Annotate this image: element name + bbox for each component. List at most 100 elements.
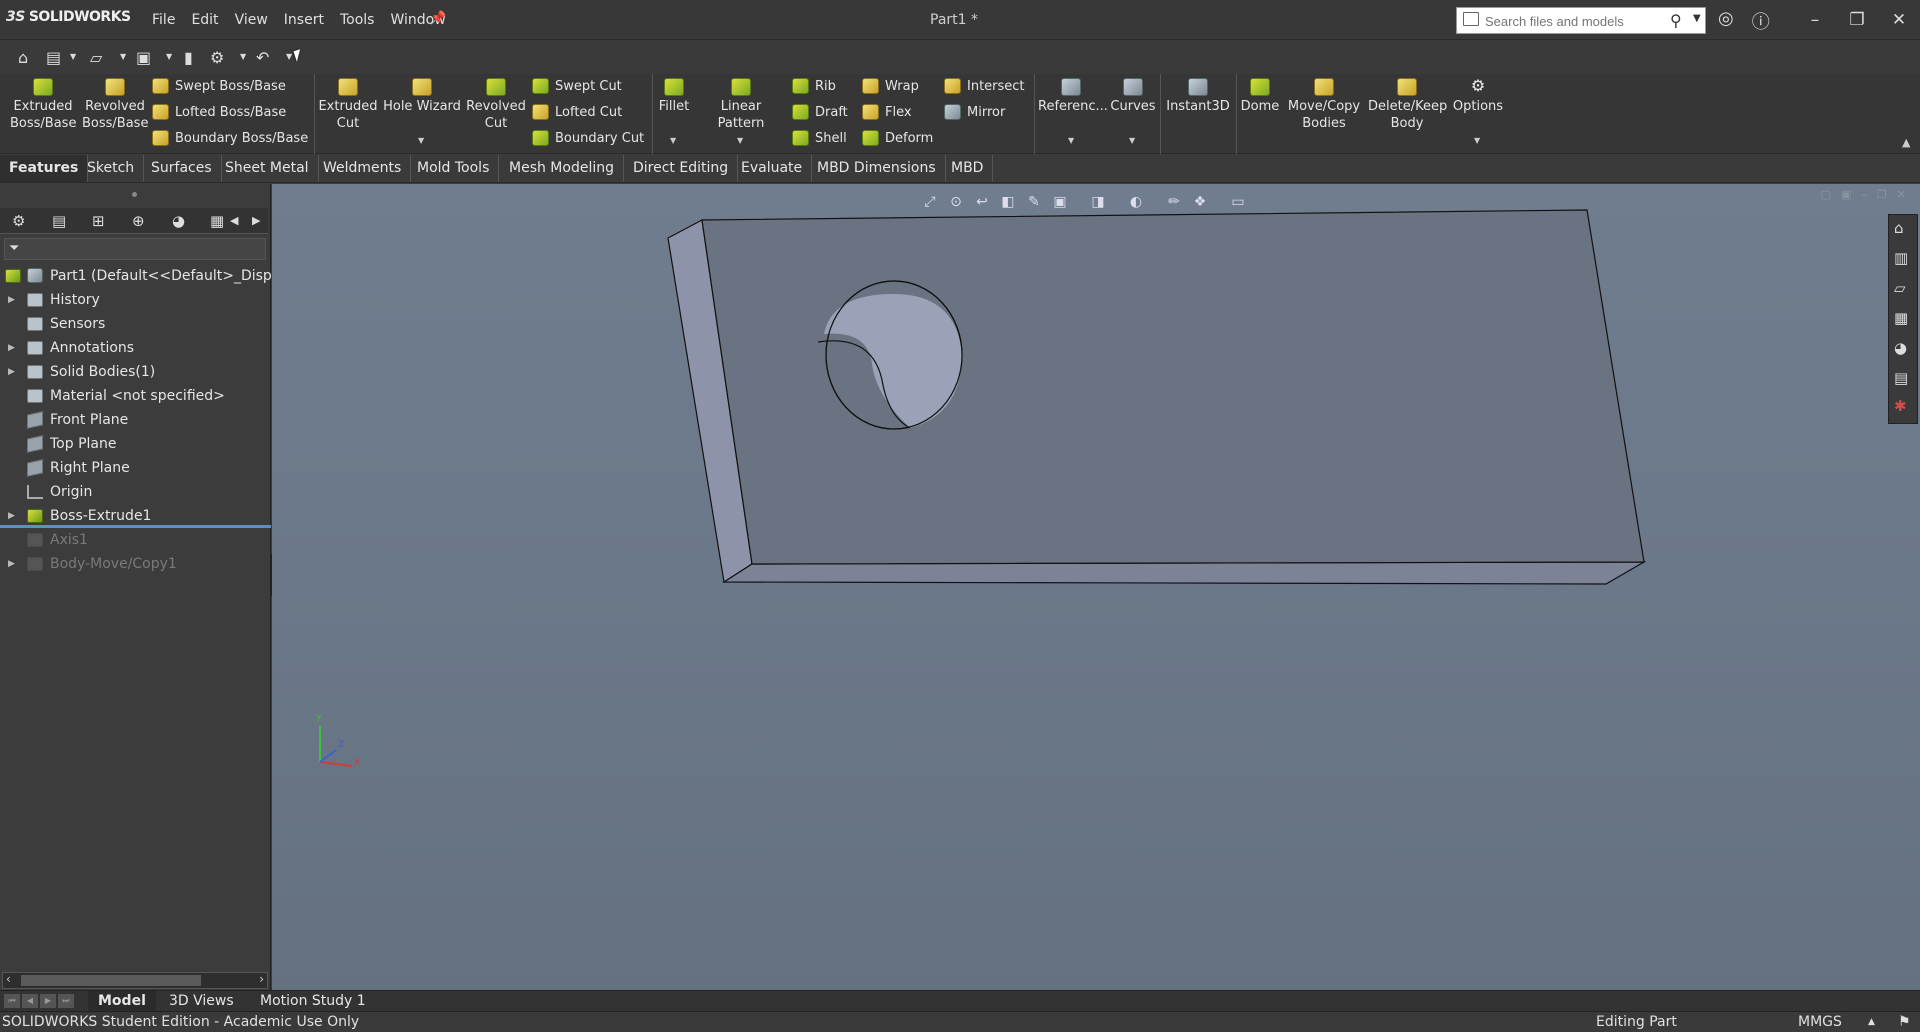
tree-item-solid-bodies[interactable]: ▶ Solid Bodies(1) — [0, 360, 271, 384]
first-tab-icon[interactable]: ⏮ — [4, 994, 20, 1008]
tree-item-origin[interactable]: Origin — [0, 480, 271, 504]
tab-direct-editing[interactable]: Direct Editing — [624, 155, 739, 182]
flex-button[interactable]: Flex — [862, 104, 912, 120]
options-gear-icon[interactable]: ⚙ — [210, 48, 224, 67]
close-icon[interactable]: ✕ — [1878, 0, 1920, 40]
new-document-icon[interactable]: ▤ — [46, 48, 61, 67]
solidworks-logo[interactable]: 3S SOLIDWORKS — [6, 9, 131, 25]
tab-mbd[interactable]: MBD — [942, 155, 994, 182]
curves-dropdown-icon[interactable]: ▼ — [1129, 136, 1135, 145]
dimxpert-tab-icon[interactable]: ⊕ — [132, 212, 145, 230]
next-tab-icon[interactable]: ▶ — [40, 994, 56, 1008]
search-input[interactable] — [1485, 12, 1655, 30]
delete-keep-body-button[interactable]: Delete/Keep Body — [1368, 78, 1447, 132]
graphics-area[interactable]: ⤢ ⊙ ↩ ◧ ✎ ▣ ◨ ◐ ✏ ❖ ▭ ▢ ▣ – ❐ ✕ Y X Z ⌂ … — [272, 184, 1920, 990]
menu-insert[interactable]: Insert — [276, 12, 332, 28]
revolved-boss-button[interactable]: Revolved Boss/Base — [82, 78, 148, 132]
menu-file[interactable]: File — [144, 12, 183, 28]
move-copy-bodies-button[interactable]: Move/Copy Bodies — [1284, 78, 1364, 132]
wrap-button[interactable]: Wrap — [862, 78, 919, 94]
solidworks-forum-icon[interactable]: ✱ — [1894, 397, 1907, 415]
tab-mesh-modeling[interactable]: Mesh Modeling — [500, 155, 624, 182]
expand-icon[interactable]: ▶ — [8, 552, 15, 576]
instant3d-button[interactable]: Instant3D — [1164, 78, 1232, 115]
open-dropdown-icon[interactable]: ▼ — [120, 52, 126, 61]
undo-dropdown-icon[interactable]: ▼ — [286, 52, 292, 61]
swept-cut-button[interactable]: Swept Cut — [532, 78, 622, 94]
revolved-cut-button[interactable]: Revolved Cut — [466, 78, 526, 132]
search-icon[interactable]: ⚲ — [1670, 11, 1682, 30]
tree-item-boss-extrude1[interactable]: ▶ Boss-Extrude1 — [0, 504, 271, 528]
prev-tab-icon[interactable]: ◀ — [22, 994, 38, 1008]
cam-tab-icon[interactable]: ▦ — [210, 212, 224, 230]
tab-sketch[interactable]: Sketch — [78, 155, 145, 182]
linear-pattern-dropdown-icon[interactable]: ▼ — [737, 136, 743, 145]
tab-scroll-left-icon[interactable]: ◀ — [230, 214, 238, 227]
tree-item-right-plane[interactable]: Right Plane — [0, 456, 271, 480]
solidworks-resources-icon[interactable]: ⌂ — [1894, 219, 1904, 237]
user-account-icon[interactable]: ◎ — [1718, 8, 1734, 34]
restore-icon[interactable]: ❐ — [1836, 0, 1878, 40]
tab-motion-study-1[interactable]: Motion Study 1 — [250, 991, 376, 1012]
scroll-left-icon[interactable]: ‹ — [6, 972, 11, 986]
configurationmanager-tab-icon[interactable]: ⊞ — [92, 212, 105, 230]
scroll-right-icon[interactable]: › — [259, 972, 264, 986]
hole-wizard-dropdown-icon[interactable]: ▼ — [418, 136, 424, 145]
hole-wizard-button[interactable]: Hole Wizard — [382, 78, 462, 115]
expand-icon[interactable]: ▶ — [8, 336, 15, 360]
tab-evaluate[interactable]: Evaluate — [732, 155, 813, 182]
part-model-3d[interactable] — [272, 184, 1920, 990]
panel-grip[interactable] — [132, 192, 137, 197]
tab-surfaces[interactable]: Surfaces — [142, 155, 222, 182]
extruded-boss-button[interactable]: Extruded Boss/Base — [10, 78, 76, 132]
tab-model[interactable]: Model — [88, 991, 156, 1012]
menu-tools[interactable]: Tools — [332, 12, 383, 28]
tree-item-annotations[interactable]: ▶ Annotations — [0, 336, 271, 360]
last-tab-icon[interactable]: ⏭ — [58, 994, 74, 1008]
open-icon[interactable]: ▱ — [90, 48, 102, 67]
tree-item-axis1[interactable]: Axis1 — [0, 528, 271, 552]
units-up-arrow-icon[interactable]: ▲ — [1868, 1017, 1875, 1027]
display-manager-tab-icon[interactable]: ◕ — [172, 212, 185, 230]
intersect-button[interactable]: Intersect — [944, 78, 1025, 94]
fillet-button[interactable]: Fillet — [656, 78, 692, 115]
view-palette-icon[interactable]: ▦ — [1894, 309, 1908, 327]
fillet-dropdown-icon[interactable]: ▼ — [670, 136, 676, 145]
lofted-boss-button[interactable]: Lofted Boss/Base — [152, 104, 286, 120]
expand-icon[interactable]: ▶ — [8, 504, 15, 525]
tree-horizontal-scrollbar[interactable]: ‹ › — [2, 972, 268, 989]
tree-filter[interactable]: ⏷ — [4, 238, 266, 260]
menu-view[interactable]: View — [227, 12, 276, 28]
unit-system[interactable]: MMGS — [1798, 1014, 1842, 1030]
home-icon[interactable]: ⌂ — [18, 48, 28, 67]
tab-3d-views[interactable]: 3D Views — [159, 991, 244, 1012]
tree-item-body-move-copy1[interactable]: ▶ Body-Move/Copy1 — [0, 552, 271, 576]
expand-icon[interactable]: ▶ — [8, 360, 15, 384]
design-library-icon[interactable]: ▥ — [1894, 249, 1908, 267]
rib-button[interactable]: Rib — [792, 78, 836, 94]
reference-geometry-button[interactable]: Referenc... — [1038, 78, 1108, 115]
minimize-icon[interactable]: – — [1794, 0, 1836, 40]
search-dropdown-icon[interactable]: ▼ — [1693, 13, 1701, 24]
save-icon[interactable]: ▣ — [136, 48, 151, 67]
lofted-cut-button[interactable]: Lofted Cut — [532, 104, 622, 120]
save-dropdown-icon[interactable]: ▼ — [166, 52, 172, 61]
help-icon[interactable]: ⓘ — [1752, 8, 1770, 34]
scrollbar-thumb[interactable] — [21, 975, 201, 986]
collapse-ribbon-icon[interactable]: ▲ — [1902, 136, 1910, 149]
traffic-light-icon[interactable]: ▮ — [184, 48, 193, 67]
extruded-cut-button[interactable]: Extruded Cut — [318, 78, 378, 132]
tab-mold-tools[interactable]: Mold Tools — [408, 155, 500, 182]
tree-item-material[interactable]: Material <not specified> — [0, 384, 271, 408]
tab-sheet-metal[interactable]: Sheet Metal — [216, 155, 319, 182]
pin-menu-icon[interactable]: 📌 — [430, 11, 446, 26]
linear-pattern-button[interactable]: Linear Pattern — [696, 78, 786, 132]
tab-scroll-right-icon[interactable]: ▶ — [252, 214, 260, 227]
appearances-icon[interactable]: ◕ — [1894, 339, 1907, 357]
tab-weldments[interactable]: Weldments — [314, 155, 412, 182]
swept-boss-button[interactable]: Swept Boss/Base — [152, 78, 286, 94]
propertymanager-tab-icon[interactable]: ▤ — [52, 212, 66, 230]
tree-item-sensors[interactable]: Sensors — [0, 312, 271, 336]
featuremanager-tab-icon[interactable]: ⚙ — [12, 212, 25, 230]
options-dropdown-arrow-icon[interactable]: ▼ — [1474, 136, 1480, 145]
